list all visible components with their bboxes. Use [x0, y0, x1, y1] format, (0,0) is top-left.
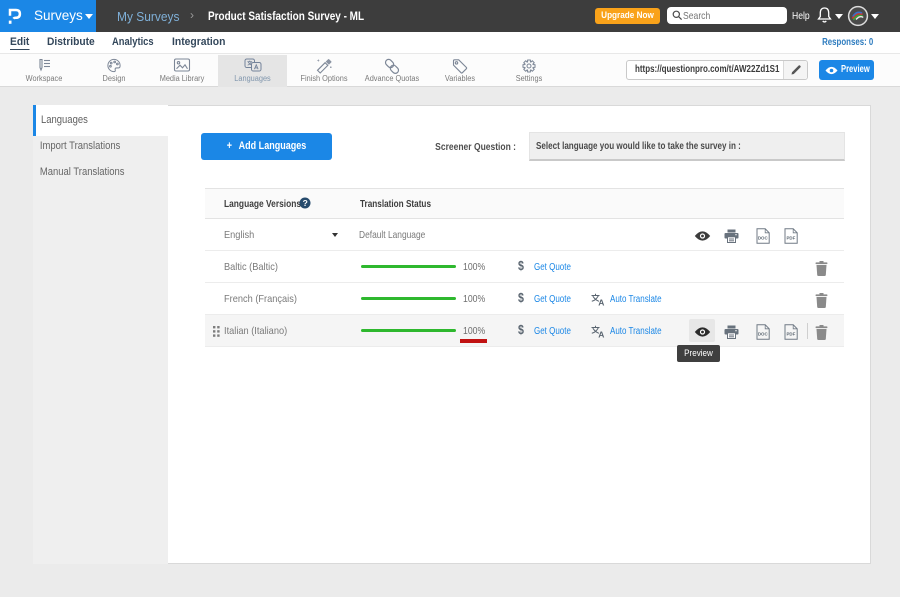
svg-text:DOC: DOC	[758, 235, 769, 240]
svg-text:?: ?	[303, 198, 308, 208]
svg-text:PDF: PDF	[787, 235, 796, 240]
svg-text:PDF: PDF	[787, 331, 796, 336]
svg-text:A: A	[598, 330, 604, 339]
svg-text:DOC: DOC	[758, 331, 769, 336]
svg-text:A: A	[598, 298, 604, 307]
